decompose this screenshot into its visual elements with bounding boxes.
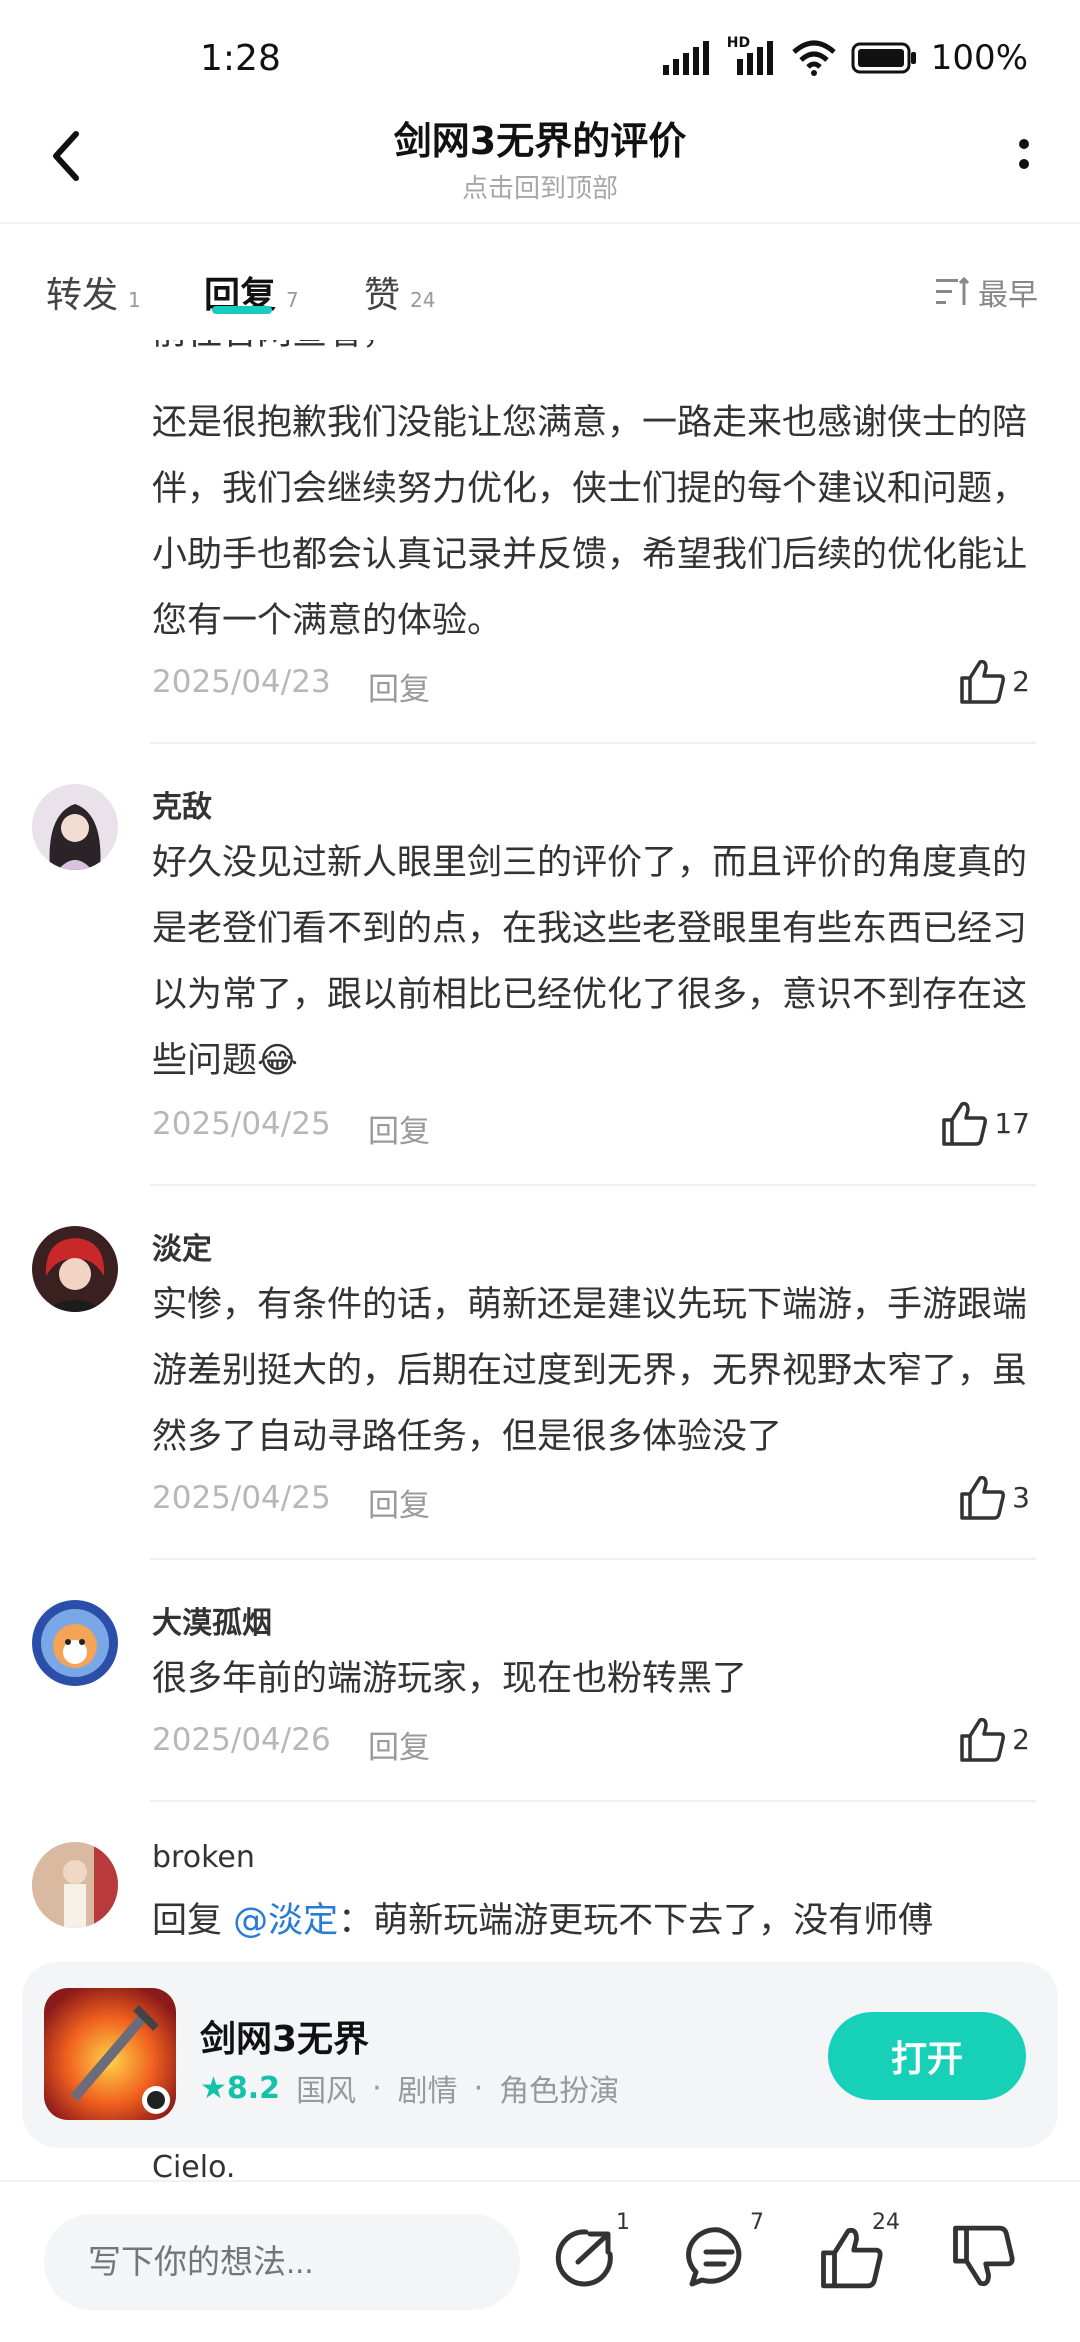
status-time: 1:28 bbox=[200, 38, 281, 79]
reply-body: ：萌新玩端游更玩不下去了，没有师傅 bbox=[338, 1901, 934, 1941]
sort-icon bbox=[936, 277, 970, 305]
comment-divider bbox=[150, 1558, 1036, 1560]
reply-button[interactable]: 回复 bbox=[368, 1480, 430, 1525]
comment-button[interactable]: 7 bbox=[686, 2210, 764, 2294]
tab-likes[interactable]: 赞 24 bbox=[364, 266, 435, 318]
dislike-button[interactable] bbox=[950, 2224, 1020, 2294]
signal-icon bbox=[662, 41, 709, 75]
comment-text: 还是很抱歉我们没能让您满意，一路走来也感谢侠士的陪伴，我们会继续努力优化，侠士们… bbox=[152, 403, 1028, 641]
comment-list[interactable]: 前往官网查看， 还是很抱歉我们没能让您满意，一路走来也感谢侠士的陪伴，我们会继续… bbox=[0, 340, 1080, 1960]
tab-label: 赞 bbox=[364, 275, 401, 316]
mention-link[interactable]: @淡定 bbox=[233, 1901, 338, 1941]
thumbs-up-icon bbox=[960, 659, 1006, 704]
avatar[interactable] bbox=[32, 1600, 118, 1686]
like-count: 2 bbox=[1012, 664, 1030, 698]
app-tag: 剧情 bbox=[397, 2074, 458, 2109]
comment-date: 2025/04/23 bbox=[152, 664, 331, 700]
app-meta: ★8.2 国风 · 剧情 · 角色扮演 bbox=[200, 2066, 619, 2110]
tab-count: 24 bbox=[410, 288, 436, 312]
sort-label: 最早 bbox=[978, 278, 1038, 313]
reply-prefix: 回复 bbox=[152, 1901, 223, 1941]
tab-count: 7 bbox=[286, 288, 299, 312]
comment-text: 好久没见过新人眼里剑三的评价了，而且评价的角度真的是老登们看不到的点，在我这些老… bbox=[152, 843, 1028, 1081]
like-button[interactable]: 2 bbox=[958, 1716, 1030, 1762]
reply-button[interactable]: 回复 bbox=[368, 1722, 430, 1767]
like-post-button[interactable]: 24 bbox=[818, 2210, 900, 2294]
comment-author[interactable]: 淡定 bbox=[152, 1224, 212, 1268]
active-tab-indicator bbox=[212, 306, 272, 314]
thumbs-down-icon bbox=[953, 2225, 1015, 2287]
thumbs-up-icon bbox=[942, 1101, 988, 1146]
app-name[interactable]: 剑网3无界 bbox=[200, 2010, 369, 2062]
app-tag: 国风 bbox=[296, 2074, 357, 2109]
comment-text: 很多年前的端游玩家，现在也粉转黑了 bbox=[152, 1659, 748, 1699]
like-count: 3 bbox=[1012, 1480, 1030, 1514]
avatar[interactable] bbox=[32, 1226, 118, 1312]
page-title[interactable]: 剑网3无界的评价 bbox=[0, 110, 1080, 165]
thumbs-up-icon bbox=[960, 1475, 1006, 1520]
status-icons: HD 100% bbox=[662, 35, 1028, 78]
like-button[interactable]: 3 bbox=[958, 1474, 1030, 1520]
comment-date: 2025/04/25 bbox=[152, 1480, 331, 1516]
share-icon bbox=[555, 2229, 613, 2287]
comment-author[interactable]: 大漠孤烟 bbox=[152, 1598, 272, 1642]
tab-label: 转发 bbox=[46, 275, 119, 316]
header-divider bbox=[0, 222, 1080, 224]
battery-percent: 100% bbox=[930, 38, 1028, 78]
comment-partial-line: 前往官网查看， bbox=[152, 340, 1032, 366]
tag-separator: · bbox=[473, 2070, 484, 2106]
comment-date: 2025/04/26 bbox=[152, 1722, 331, 1758]
comment-count: 7 bbox=[750, 2210, 764, 2235]
comment-divider bbox=[150, 1184, 1036, 1186]
status-bar: 1:28 HD 100% bbox=[0, 0, 1080, 120]
like-count: 2 bbox=[1012, 1722, 1030, 1756]
tab-repost[interactable]: 转发 1 bbox=[46, 266, 141, 318]
comment-input[interactable] bbox=[44, 2214, 520, 2310]
rating-value: 8.2 bbox=[226, 2070, 281, 2106]
hd-label: HD bbox=[726, 35, 751, 51]
tab-count: 1 bbox=[128, 288, 141, 312]
signal-hd-icon: HD bbox=[727, 35, 777, 75]
app-icon[interactable] bbox=[44, 1988, 176, 2120]
like-button[interactable]: 2 bbox=[958, 658, 1030, 704]
like-count: 17 bbox=[994, 1106, 1030, 1140]
app-rating: ★8.2 bbox=[200, 2070, 281, 2106]
battery-icon bbox=[851, 42, 916, 74]
back-to-top-hint[interactable]: 点击回到顶部 bbox=[0, 168, 1080, 205]
tag-separator: · bbox=[372, 2070, 382, 2106]
like-button[interactable]: 17 bbox=[940, 1100, 1030, 1146]
sort-button[interactable]: 最早 bbox=[936, 270, 1038, 314]
comment-date: 2025/04/25 bbox=[152, 1106, 331, 1142]
reply-button[interactable]: 回复 bbox=[368, 664, 430, 709]
comment-icon bbox=[686, 2227, 742, 2287]
avatar[interactable] bbox=[32, 1842, 118, 1928]
comment-divider bbox=[150, 1800, 1036, 1802]
like-count: 24 bbox=[872, 2210, 900, 2235]
comment-author[interactable]: 克敌 bbox=[152, 782, 212, 826]
open-app-button[interactable]: 打开 bbox=[828, 2012, 1026, 2100]
reply-button[interactable]: 回复 bbox=[368, 1106, 430, 1151]
bottom-bar: 1 7 24 bbox=[0, 2180, 1080, 2342]
comment-text: 实惨，有条件的话，萌新还是建议先玩下端游，手游跟端游差别挺大的，后期在过度到无界… bbox=[152, 1285, 1028, 1457]
share-count: 1 bbox=[616, 2210, 630, 2235]
avatar[interactable] bbox=[32, 784, 118, 870]
more-options-icon[interactable] bbox=[1004, 130, 1044, 180]
comment-author[interactable]: broken bbox=[152, 1840, 255, 1875]
share-button[interactable]: 1 bbox=[552, 2210, 630, 2294]
wifi-icon bbox=[792, 40, 836, 76]
app-tag: 角色扮演 bbox=[499, 2074, 620, 2109]
thumbs-up-icon bbox=[960, 1717, 1006, 1762]
comment-text: 回复 @淡定：萌新玩端游更玩不下去了，没有师傅 bbox=[152, 1888, 1052, 1954]
comment-divider bbox=[150, 742, 1036, 744]
app-card[interactable]: 剑网3无界 ★8.2 国风 · 剧情 · 角色扮演 打开 bbox=[22, 1962, 1058, 2148]
